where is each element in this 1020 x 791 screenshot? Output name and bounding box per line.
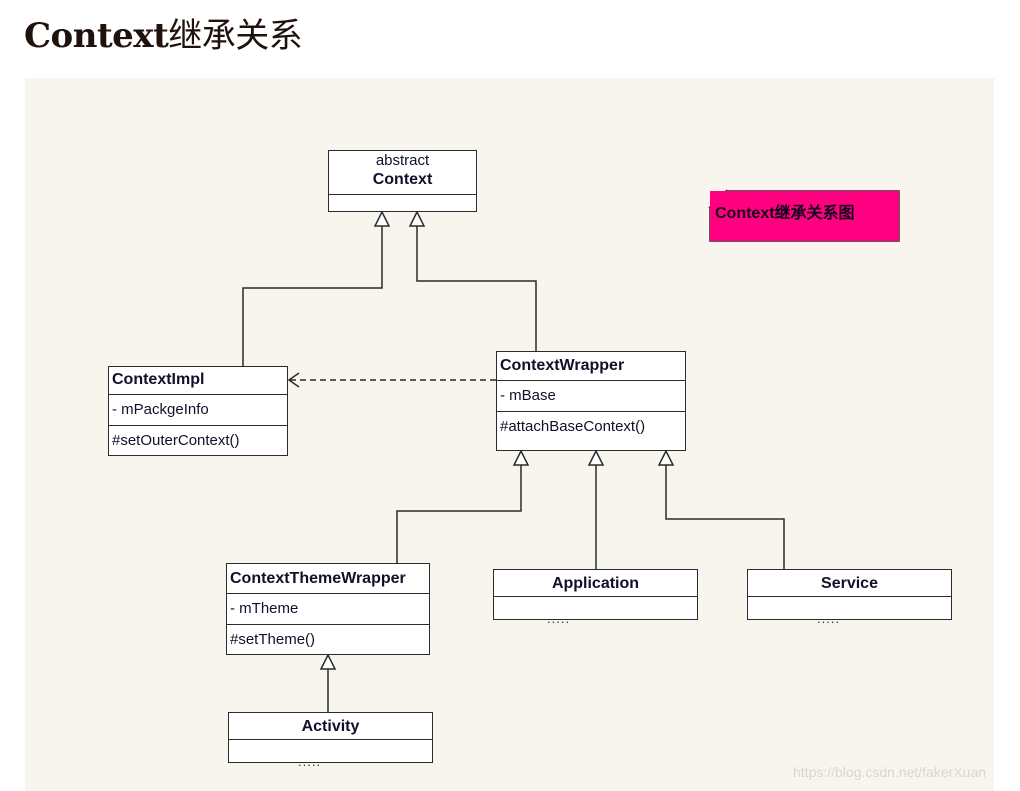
class-name: Service [748, 570, 951, 597]
class-ellipsis: ..... [298, 754, 322, 769]
class-ellipsis: ..... [817, 611, 841, 626]
class-field: - mPackgeInfo [109, 395, 287, 426]
class-name: Activity [229, 713, 432, 740]
stereotype-label: abstract [375, 152, 430, 169]
class-context: abstract Context [328, 150, 477, 212]
class-ellipsis: ..... [547, 611, 571, 626]
class-activity: Activity [228, 712, 433, 763]
class-name: Context [372, 171, 433, 188]
class-method: #setTheme() [230, 631, 316, 648]
class-name: ContextThemeWrapper [227, 564, 429, 594]
class-method: #setOuterContext() [112, 432, 240, 449]
class-header: abstract Context [329, 151, 476, 195]
class-contextimpl: ContextImpl - mPackgeInfo #setOuterConte… [108, 366, 288, 456]
class-field: - mTheme [227, 594, 429, 625]
watermark: https://blog.csdn.net/fakerXuan [793, 764, 987, 780]
page-title: Context继承关系 [24, 8, 303, 57]
class-field: - mBase [497, 381, 685, 412]
class-application: Application [493, 569, 698, 620]
class-name: ContextImpl [109, 367, 287, 395]
class-contextthemewrapper: ContextThemeWrapper - mTheme #setTheme() [226, 563, 430, 655]
class-contextwrapper: ContextWrapper - mBase #attachBaseContex… [496, 351, 686, 451]
class-name: Application [494, 570, 697, 597]
class-method: #attachBaseContext() [500, 418, 646, 435]
note-text: Context继承关系图 [715, 205, 855, 222]
page-title-latin: Context [24, 16, 169, 56]
page-title-cjk: 继承关系 [168, 16, 303, 56]
class-name: ContextWrapper [497, 352, 685, 381]
class-service: Service [747, 569, 952, 620]
diagram-note: Context继承关系图 [710, 191, 899, 241]
